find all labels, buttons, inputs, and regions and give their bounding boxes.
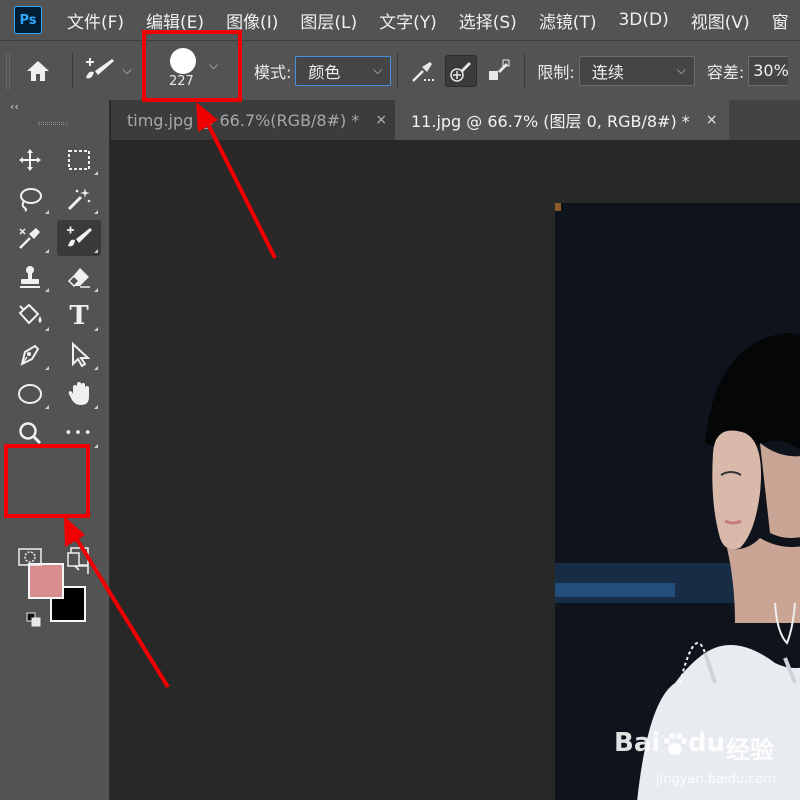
watermark-brand-c: 经验 [726,736,774,764]
arrow-head-icon [64,516,85,547]
watermark-brand-a: Bai [614,728,661,758]
arrow-head-icon [196,102,218,132]
baidu-jingyan-watermark: Bai du 经验 jingyan.baidu.com [612,728,800,800]
baidu-paw-icon [664,733,687,755]
annotation-arrows [64,102,277,689]
watermark-url: jingyan.baidu.com [656,772,776,787]
watermark-brand-b: du [688,728,726,758]
